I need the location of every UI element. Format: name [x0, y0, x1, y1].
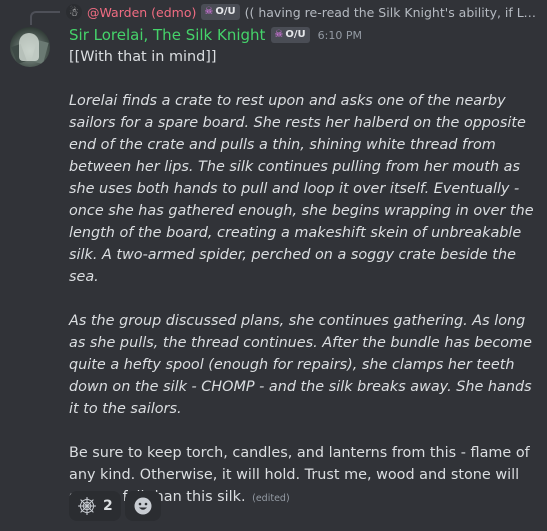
reply-avatar[interactable]: ☃ — [66, 4, 82, 20]
message-intro: [[With that in mind]] — [69, 49, 217, 65]
reply-spine — [30, 11, 60, 25]
skull-icon: ☠ — [274, 29, 284, 40]
message-paragraph-1: Lorelai finds a crate to rest upon and a… — [69, 93, 534, 285]
timestamp[interactable]: 6:10 PM — [318, 29, 362, 42]
reply-badge: ☠ O/U — [201, 4, 240, 20]
reply-text[interactable]: (( having re-read the Silk Knight's abil… — [245, 5, 539, 20]
author-name[interactable]: Sir Lorelai, The Silk Knight — [69, 26, 265, 44]
smiley-icon — [134, 497, 152, 515]
avatar[interactable] — [10, 27, 50, 67]
reaction-spider-web[interactable]: 2 — [69, 491, 121, 521]
author-badge: ☠ O/U — [271, 27, 310, 43]
message-paragraph-2: As the group discussed plans, she contin… — [69, 313, 532, 417]
message-content: [[With that in mind]] Lorelai finds a cr… — [69, 46, 537, 510]
reaction-count: 2 — [103, 498, 113, 514]
reply-author[interactable]: @Warden (edmo) — [87, 5, 196, 20]
chat-message: ☃ @Warden (edmo) ☠ O/U (( having re-read… — [0, 0, 547, 531]
author-badge-label: O/U — [285, 29, 306, 40]
edited-label: (edited) — [252, 493, 290, 504]
skull-icon: ☠ — [204, 6, 214, 17]
reactions: 2 — [69, 491, 161, 521]
message-header: Sir Lorelai, The Silk Knight ☠ O/U 6:10 … — [69, 24, 362, 46]
reply-badge-label: O/U — [215, 6, 236, 17]
spider-web-icon — [78, 497, 96, 515]
add-reaction-button[interactable] — [124, 491, 161, 521]
reply-preview[interactable]: ☃ @Warden (edmo) ☠ O/U (( having re-read… — [66, 2, 539, 22]
